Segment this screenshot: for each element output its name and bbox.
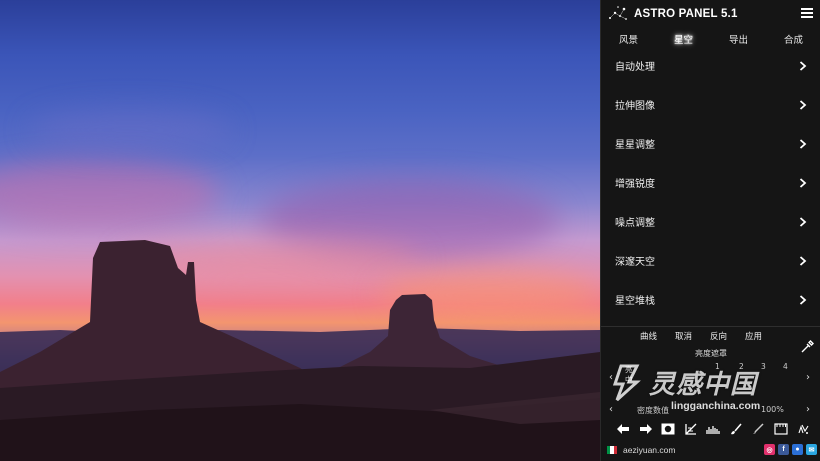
divider [601,326,820,327]
instagram-icon[interactable]: ◎ [764,444,775,455]
flickr-icon[interactable]: ● [792,444,803,455]
brush-icon[interactable] [728,421,744,437]
panel-footer: aeziyuan.com ◎ f ● ✉ [601,442,820,461]
chevron-right-icon [799,60,807,71]
app-title: ASTRO PANEL 5.1 [634,8,738,20]
mask-level-number: 3 [761,362,766,371]
menu-item-sharpen[interactable]: 增强锐度 [601,163,820,202]
invert-button[interactable]: 反向 [710,330,727,342]
menu-item-auto-process[interactable]: 自动处理 [601,46,820,85]
hamburger-menu-icon[interactable] [801,8,813,18]
constellation-logo-icon [609,6,627,20]
website-link[interactable]: aeziyuan.com [623,445,675,455]
facebook-icon[interactable]: f [778,444,789,455]
chevron-right-icon [799,177,807,188]
chevron-right-icon [799,138,807,149]
chevron-left-icon[interactable]: ‹ [609,404,613,415]
density-label: 密度数值 [637,406,669,415]
luminosity-mask-selector: ‹ 亮 中 1 2 3 4 › [601,360,820,406]
density-value: 100% [761,405,784,414]
chevron-right-icon [799,255,807,266]
italy-flag-icon [607,446,617,454]
chevron-right-icon[interactable]: › [806,372,810,383]
mask-level-number: 2 [739,362,744,371]
levels-icon[interactable] [683,421,699,437]
mask-level-number: 1 [715,362,720,371]
mask-side-label-mid: 中 [625,375,633,384]
flag-stripe [613,446,617,454]
mask-actions: 曲线 取消 反向 应用 [601,330,801,342]
image-canvas[interactable] [0,0,600,461]
tool-bar [615,420,811,438]
apply-button[interactable]: 应用 [745,330,762,342]
curves-button[interactable]: 曲线 [640,330,657,342]
menu-item-stretch-image[interactable]: 拉伸图像 [601,85,820,124]
histogram-icon[interactable] [705,421,721,437]
menu-item-label: 深邃天空 [615,257,655,268]
chevron-right-icon [799,294,807,305]
menu-item-noise-adjust[interactable]: 噪点调整 [601,202,820,241]
menu-item-label: 星星调整 [615,140,655,151]
density-row: ‹ 密度数值 100% › [601,404,820,418]
email-icon[interactable]: ✉ [806,444,817,455]
menu-item-label: 噪点调整 [615,218,655,229]
menu-item-label: 星空堆栈 [615,296,655,307]
chevron-right-icon [799,99,807,110]
chevron-right-icon[interactable]: › [806,404,810,415]
panel-header: ASTRO PANEL 5.1 [601,0,820,30]
chevron-right-icon [799,216,807,227]
mask-level-number: 4 [783,362,788,371]
eraser-icon[interactable] [750,421,766,437]
redo-icon[interactable] [638,421,654,437]
menu-item-label: 自动处理 [615,62,655,73]
menu-item-label: 增强锐度 [615,179,655,190]
social-links: ◎ f ● ✉ [764,444,817,455]
menu-item-star-stack[interactable]: 星空堆栈 [601,280,820,319]
film-icon[interactable] [773,421,789,437]
luminosity-mask-label: 亮度遮罩 [695,349,727,358]
menu-item-star-adjust[interactable]: 星星调整 [601,124,820,163]
mask-icon[interactable] [660,421,676,437]
menu-list: 自动处理 拉伸图像 星星调整 增强锐度 噪点调整 深邃天空 星空堆栈 [601,46,820,319]
chevron-left-icon[interactable]: ‹ [609,372,613,383]
menu-item-label: 拉伸图像 [615,101,655,112]
menu-item-deep-sky[interactable]: 深邃天空 [601,241,820,280]
astro-panel: ASTRO PANEL 5.1 风景 星空 导出 合成 自动处理 拉伸图像 星星… [600,0,820,461]
stars-icon[interactable] [795,421,811,437]
cancel-button[interactable]: 取消 [675,330,692,342]
undo-icon[interactable] [615,421,631,437]
landscape-silhouette [0,240,600,461]
